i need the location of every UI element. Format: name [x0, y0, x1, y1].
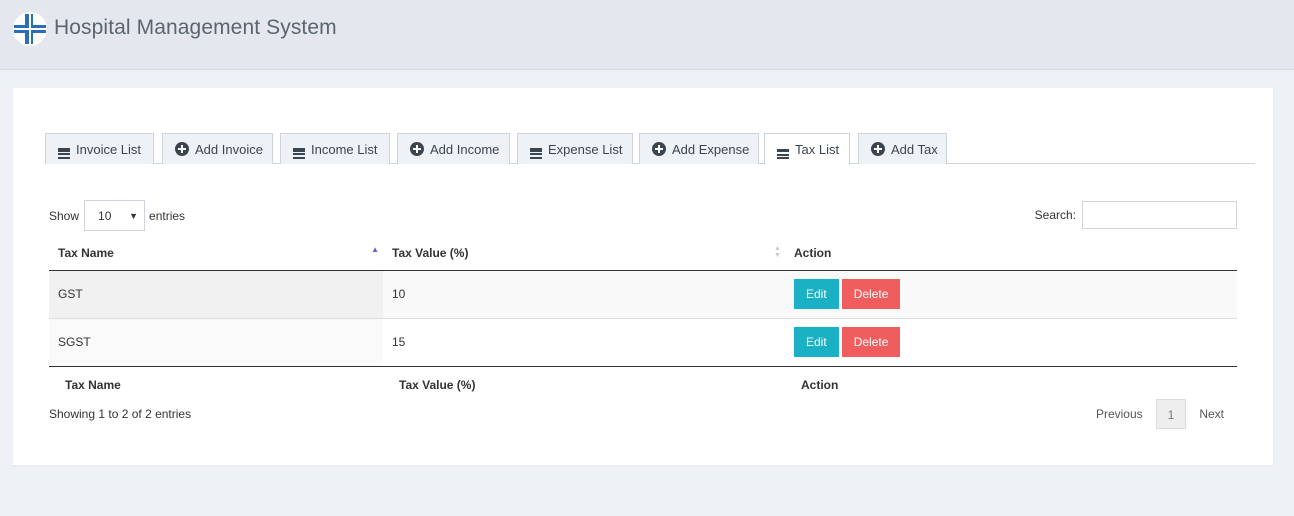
table-info: Showing 1 to 2 of 2 entries [49, 407, 192, 421]
column-header-label: Tax Name [58, 245, 114, 260]
plus-circle-icon [871, 142, 885, 156]
tab-add-expense[interactable]: Add Expense [639, 133, 759, 164]
list-icon [293, 147, 305, 159]
delete-button[interactable]: Delete [841, 279, 901, 309]
tab-label: Add Expense [672, 141, 750, 157]
previous-page-button[interactable]: Previous [1083, 399, 1156, 429]
tab-label: Add Tax [891, 141, 938, 157]
plus-circle-icon [175, 142, 189, 156]
search-label: Search: [1034, 208, 1076, 222]
medical-cross-icon [13, 12, 47, 46]
tab-label: Income List [311, 141, 378, 157]
tab-label: Expense List [548, 141, 623, 157]
table-row: GST 10 Edit Delete [49, 270, 1237, 318]
search-control: Search: [1035, 201, 1237, 229]
tax-value-cell: 15 [383, 317, 785, 366]
column-header-label: Action [794, 245, 832, 260]
column-header-label: Tax Value (%) [392, 245, 469, 260]
tab-label: Add Invoice [195, 141, 263, 157]
tab-invoice-list[interactable]: Invoice List [45, 133, 154, 164]
edit-button[interactable]: Edit [794, 327, 839, 357]
sort-ascending-icon: ▲ [371, 245, 379, 254]
tax-name-cell: GST [49, 270, 383, 318]
tax-name-cell: SGST [49, 317, 383, 366]
page-length-control: Show 10 ▼ entries [49, 200, 185, 231]
page-length-value: 10 [98, 208, 112, 223]
column-header-action: Action [785, 236, 1237, 271]
top-bar: Hospital Management System [0, 0, 1294, 70]
table-row: SGST 15 Edit Delete [49, 317, 1237, 366]
plus-circle-icon [652, 142, 666, 156]
delete-button[interactable]: Delete [841, 327, 901, 357]
tab-add-income[interactable]: Add Income [397, 133, 510, 164]
page-1-button[interactable]: 1 [1155, 399, 1187, 429]
column-header-tax-name[interactable]: Tax Name ▲ [49, 236, 383, 271]
search-input[interactable] [1082, 201, 1237, 229]
list-icon [530, 147, 542, 159]
footer-tax-name: Tax Name [49, 365, 383, 401]
tab-expense-list[interactable]: Expense List [517, 133, 633, 164]
tax-value-cell: 10 [383, 270, 785, 318]
footer-action: Action [785, 365, 1237, 401]
tax-table: Tax Name ▲ Tax Value (%) ▲ ▼ Action GST 1… [49, 236, 1237, 401]
page-length-select[interactable]: 10 ▼ [84, 200, 146, 231]
column-header-tax-value[interactable]: Tax Value (%) ▲ ▼ [383, 236, 785, 271]
tab-bar: Invoice List Add Invoice Income List Add… [45, 133, 1255, 165]
main-panel: Invoice List Add Invoice Income List Add… [13, 88, 1273, 465]
edit-button[interactable]: Edit [794, 279, 839, 309]
tab-add-tax[interactable]: Add Tax [858, 133, 947, 164]
tab-label: Add Income [430, 141, 500, 157]
tab-label: Tax List [795, 142, 840, 157]
show-label: Show [49, 208, 80, 223]
entries-label: entries [149, 208, 186, 223]
sort-icon: ▲ ▼ [774, 245, 781, 259]
action-cell: Edit Delete [785, 317, 1237, 366]
pagination: Previous 1 Next [1083, 399, 1237, 429]
next-page-button[interactable]: Next [1186, 399, 1237, 429]
tab-label: Invoice List [76, 141, 142, 157]
list-icon [777, 147, 789, 159]
list-icon [58, 147, 70, 159]
action-cell: Edit Delete [785, 270, 1237, 318]
footer-tax-value: Tax Value (%) [383, 365, 785, 401]
tab-add-invoice[interactable]: Add Invoice [162, 133, 273, 164]
plus-circle-icon [410, 142, 424, 156]
tab-income-list[interactable]: Income List [280, 133, 390, 164]
app-title: Hospital Management System [54, 16, 337, 39]
chevron-down-icon: ▼ [129, 211, 139, 221]
tab-tax-list[interactable]: Tax List [764, 133, 850, 165]
